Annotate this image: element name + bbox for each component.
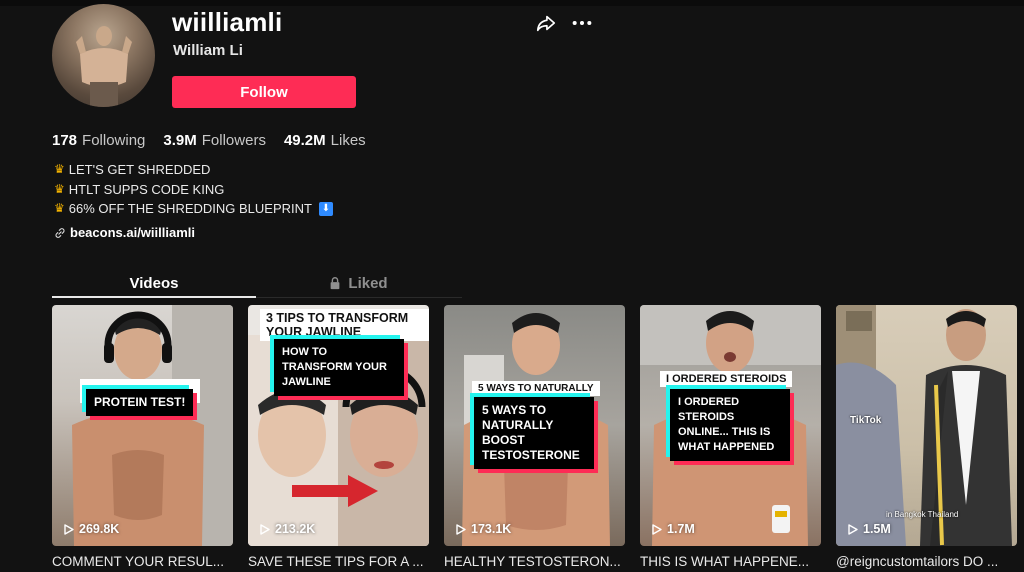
view-count: 1.5M	[848, 522, 891, 536]
video-card[interactable]: 5 WAYS TO NATURALLY 5 WAYS TO NATURALLY …	[444, 305, 625, 569]
video-overlay-text: I ORDERED STEROIDS ONLINE... THIS IS WHA…	[670, 389, 790, 461]
crown-icon: ♛	[54, 162, 65, 176]
video-thumbnail[interactable]: 3 TIPS TO TRANSFORM YOUR JAWLINE HOW TO …	[248, 305, 429, 546]
nickname: William Li	[173, 42, 243, 59]
view-count: 173.1K	[456, 522, 511, 536]
video-caption[interactable]: THIS IS WHAT HAPPENE...	[640, 554, 821, 569]
view-count-text: 173.1K	[471, 522, 512, 536]
video-overlay-text: 5 WAYS TO NATURALLY BOOST TESTOSTERONE	[474, 397, 594, 469]
bio: ♛ LET'S GET SHREDDED ♛ HTLT SUPPS CODE KIN…	[54, 160, 333, 219]
thumbnail-image	[72, 305, 233, 546]
play-icon	[64, 523, 74, 535]
likes-count: 49.2M	[283, 132, 326, 149]
play-icon	[456, 523, 466, 535]
view-count-text: 269.8K	[79, 522, 120, 536]
profile-stats: 178 Following 3.9M Followers 49.2M Likes	[52, 132, 366, 149]
video-caption[interactable]: COMMENT YOUR RESUL...	[52, 554, 233, 569]
more-options-icon[interactable]	[571, 12, 593, 34]
video-overlay-text: PROTEIN TEST!	[86, 389, 194, 416]
video-thumbnail[interactable]: 5 WAYS TO NATURALLY 5 WAYS TO NATURALLY …	[444, 305, 625, 546]
bio-link[interactable]: beacons.ai/wiilliamli	[54, 225, 195, 240]
tab-liked[interactable]: Liked	[256, 268, 460, 298]
view-count: 1.7M	[652, 522, 695, 536]
video-caption[interactable]: SAVE THESE TIPS FOR A ...	[248, 554, 429, 569]
active-tab-underline	[52, 296, 256, 298]
followers-label: Followers	[201, 132, 266, 149]
video-overlay-top-text: I ORDERED STEROIDS	[660, 371, 793, 387]
link-text[interactable]: beacons.ai/wiilliamli	[70, 225, 195, 240]
stat-followers[interactable]: 3.9M Followers	[163, 132, 266, 149]
view-count: 269.8K	[64, 522, 119, 536]
crown-icon: ♛	[54, 181, 65, 196]
profile-tabs: Videos Liked	[52, 268, 462, 298]
crown-icon: ♛	[54, 201, 65, 215]
video-card[interactable]: PROTEIN TEST! 269.8K COMMENT YOUR RESUL.…	[52, 305, 233, 569]
tab-videos[interactable]: Videos	[52, 268, 256, 298]
play-icon	[652, 523, 662, 535]
bio-text: LET'S GET SHREDDED	[68, 162, 211, 177]
view-count: 213.2K	[260, 522, 315, 536]
video-thumbnail[interactable]: PROTEIN TEST! 269.8K	[52, 305, 233, 546]
video-thumbnail[interactable]: I ORDERED STEROIDS I ORDERED STEROIDS ON…	[640, 305, 821, 546]
video-card[interactable]: 3 TIPS TO TRANSFORM YOUR JAWLINE HOW TO …	[248, 305, 429, 569]
video-thumbnail[interactable]: TikTok in Bangkok Thailand 1.5M	[836, 305, 1017, 546]
video-grid: PROTEIN TEST! 269.8K COMMENT YOUR RESUL.…	[52, 305, 1017, 569]
bio-text: HTLT SUPPS CODE KING	[68, 181, 225, 197]
tab-liked-label: Liked	[348, 274, 388, 292]
video-caption[interactable]: @reigncustomtailors DO ...	[836, 554, 1017, 569]
stat-likes: 49.2M Likes	[284, 132, 366, 149]
likes-label: Likes	[330, 132, 366, 149]
stat-following[interactable]: 178 Following	[52, 132, 145, 149]
video-overlay-top-text: 3 TIPS TO TRANSFORM YOUR JAWLINE	[260, 309, 429, 341]
video-caption[interactable]: HEALTHY TESTOSTERON...	[444, 554, 625, 569]
bio-line: ♛ LET'S GET SHREDDED	[54, 160, 333, 180]
video-card[interactable]: TikTok in Bangkok Thailand 1.5M @reigncu…	[836, 305, 1017, 569]
bio-text: 66% OFF THE SHREDDING BLUEPRINT	[68, 201, 312, 216]
down-arrow-icon: ⬇	[318, 201, 333, 216]
following-label: Following	[82, 132, 146, 149]
username: wiilliamli	[172, 7, 283, 37]
share-icon[interactable]	[535, 12, 557, 34]
avatar-figure	[76, 26, 132, 107]
followers-count: 3.9M	[163, 132, 197, 149]
play-icon	[260, 523, 270, 535]
link-icon	[55, 227, 65, 238]
top-divider	[0, 0, 1024, 6]
bio-line: ♛ 66% OFF THE SHREDDING BLUEPRINT ⬇	[54, 199, 333, 219]
location-label: in Bangkok Thailand	[886, 510, 959, 519]
video-overlay-top-text: 5 WAYS TO NATURALLY	[472, 381, 600, 396]
following-count: 178	[52, 132, 78, 149]
video-card[interactable]: I ORDERED STEROIDS I ORDERED STEROIDS ON…	[640, 305, 821, 569]
play-icon	[848, 523, 858, 535]
lock-icon	[331, 277, 340, 290]
view-count-text: 1.7M	[667, 522, 695, 536]
follow-button[interactable]: Follow	[172, 76, 356, 108]
bio-line: ♛ HTLT SUPPS CODE KING	[54, 180, 333, 200]
tiktok-watermark: TikTok	[850, 415, 882, 426]
view-count-text: 1.5M	[863, 522, 891, 536]
video-overlay-text: HOW TO TRANSFORM YOUR JAWLINE	[274, 339, 404, 396]
view-count-text: 213.2K	[275, 522, 316, 536]
avatar[interactable]	[52, 4, 155, 107]
